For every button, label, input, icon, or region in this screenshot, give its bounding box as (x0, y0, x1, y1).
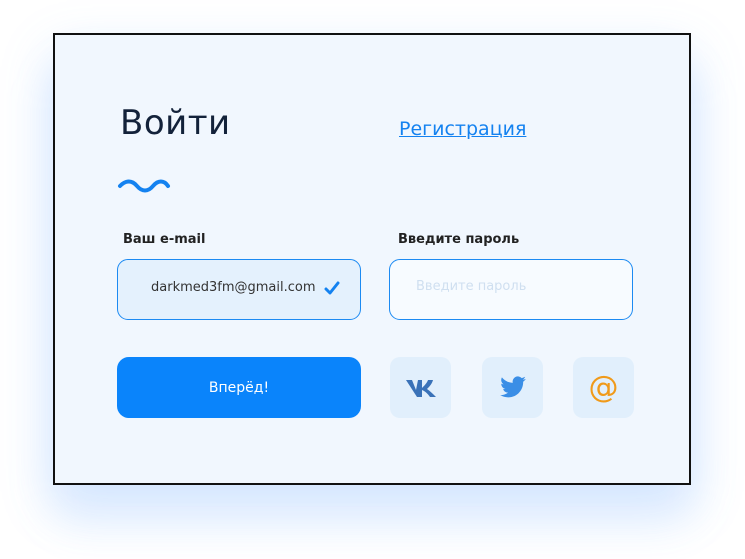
register-link[interactable]: Регистрация (399, 118, 526, 140)
wave-decoration-icon (118, 179, 170, 193)
page-title: Войти (120, 103, 231, 143)
email-field[interactable]: darkmed3fm@gmail.com (117, 259, 361, 320)
vk-icon (405, 379, 436, 397)
twitter-icon (499, 375, 526, 397)
email-value: darkmed3fm@gmail.com (151, 280, 316, 295)
submit-button[interactable]: Вперёд! (117, 357, 361, 418)
login-card: Войти Регистрация Ваш e-mail Введите пар… (53, 33, 691, 485)
email-label: Ваш e-mail (123, 232, 206, 247)
at-sign-icon: @ (588, 369, 619, 405)
password-label: Введите пароль (398, 232, 520, 247)
mail-login-button[interactable]: @ (573, 357, 634, 418)
checkmark-icon (324, 281, 340, 295)
twitter-login-button[interactable] (482, 357, 543, 418)
password-field[interactable] (389, 259, 633, 320)
vk-login-button[interactable] (390, 357, 451, 418)
password-input[interactable] (414, 278, 608, 295)
